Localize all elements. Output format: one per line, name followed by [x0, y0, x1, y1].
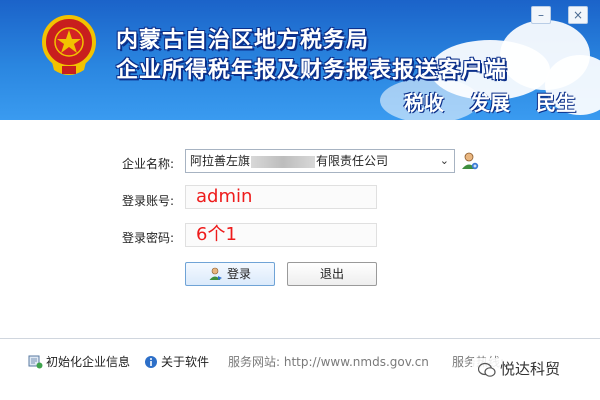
user-settings-icon[interactable]	[461, 151, 479, 171]
motto-word-1: 税收	[404, 91, 444, 115]
app-title-line2: 企业所得税年报及财务报表报送客户端	[116, 58, 508, 83]
redacted-region	[251, 155, 316, 168]
account-input[interactable]: admin	[185, 185, 377, 209]
tax-bureau-emblem-icon	[42, 15, 96, 75]
motto-word-3: 民生	[536, 91, 576, 115]
watermark: 悦达科贸	[472, 358, 567, 380]
exit-button[interactable]: 退出	[287, 262, 377, 286]
login-button[interactable]: 登录	[185, 262, 275, 286]
about-software-label: 关于软件	[161, 355, 210, 369]
init-company-info-link[interactable]: 初始化企业信息	[28, 353, 130, 370]
about-software-link[interactable]: 关于软件	[144, 353, 209, 370]
chevron-down-icon[interactable]: ⌄	[440, 150, 449, 172]
company-name-select[interactable]: 阿拉善左旗 有限责任公司 ⌄	[185, 149, 455, 173]
minimize-button[interactable]: –	[531, 6, 551, 24]
init-company-info-label: 初始化企业信息	[46, 355, 131, 369]
header-banner: 内蒙古自治区地方税务局 企业所得税年报及财务报表报送客户端 税收 发展 民生 –…	[0, 0, 600, 120]
password-label: 登录密码:	[121, 231, 174, 245]
service-website-text: 服务网站: http://www.nmds.gov.cn	[228, 355, 429, 369]
user-login-icon	[209, 267, 222, 280]
app-title-line1: 内蒙古自治区地方税务局	[116, 28, 370, 53]
password-input[interactable]: 6个1	[185, 223, 377, 247]
company-name-suffix: 有限责任公司	[316, 154, 389, 168]
motto-word-2: 发展	[470, 91, 510, 115]
account-label: 登录账号:	[121, 194, 174, 208]
login-button-label: 登录	[226, 267, 251, 281]
info-icon	[145, 356, 157, 368]
watermark-text: 悦达科贸	[500, 360, 561, 378]
close-button[interactable]: ×	[568, 6, 588, 24]
footer-divider	[0, 338, 600, 339]
database-refresh-icon	[28, 355, 43, 369]
wechat-icon	[477, 362, 496, 377]
company-name-prefix: 阿拉善左旗	[190, 154, 251, 168]
company-name-label: 企业名称:	[121, 157, 174, 171]
